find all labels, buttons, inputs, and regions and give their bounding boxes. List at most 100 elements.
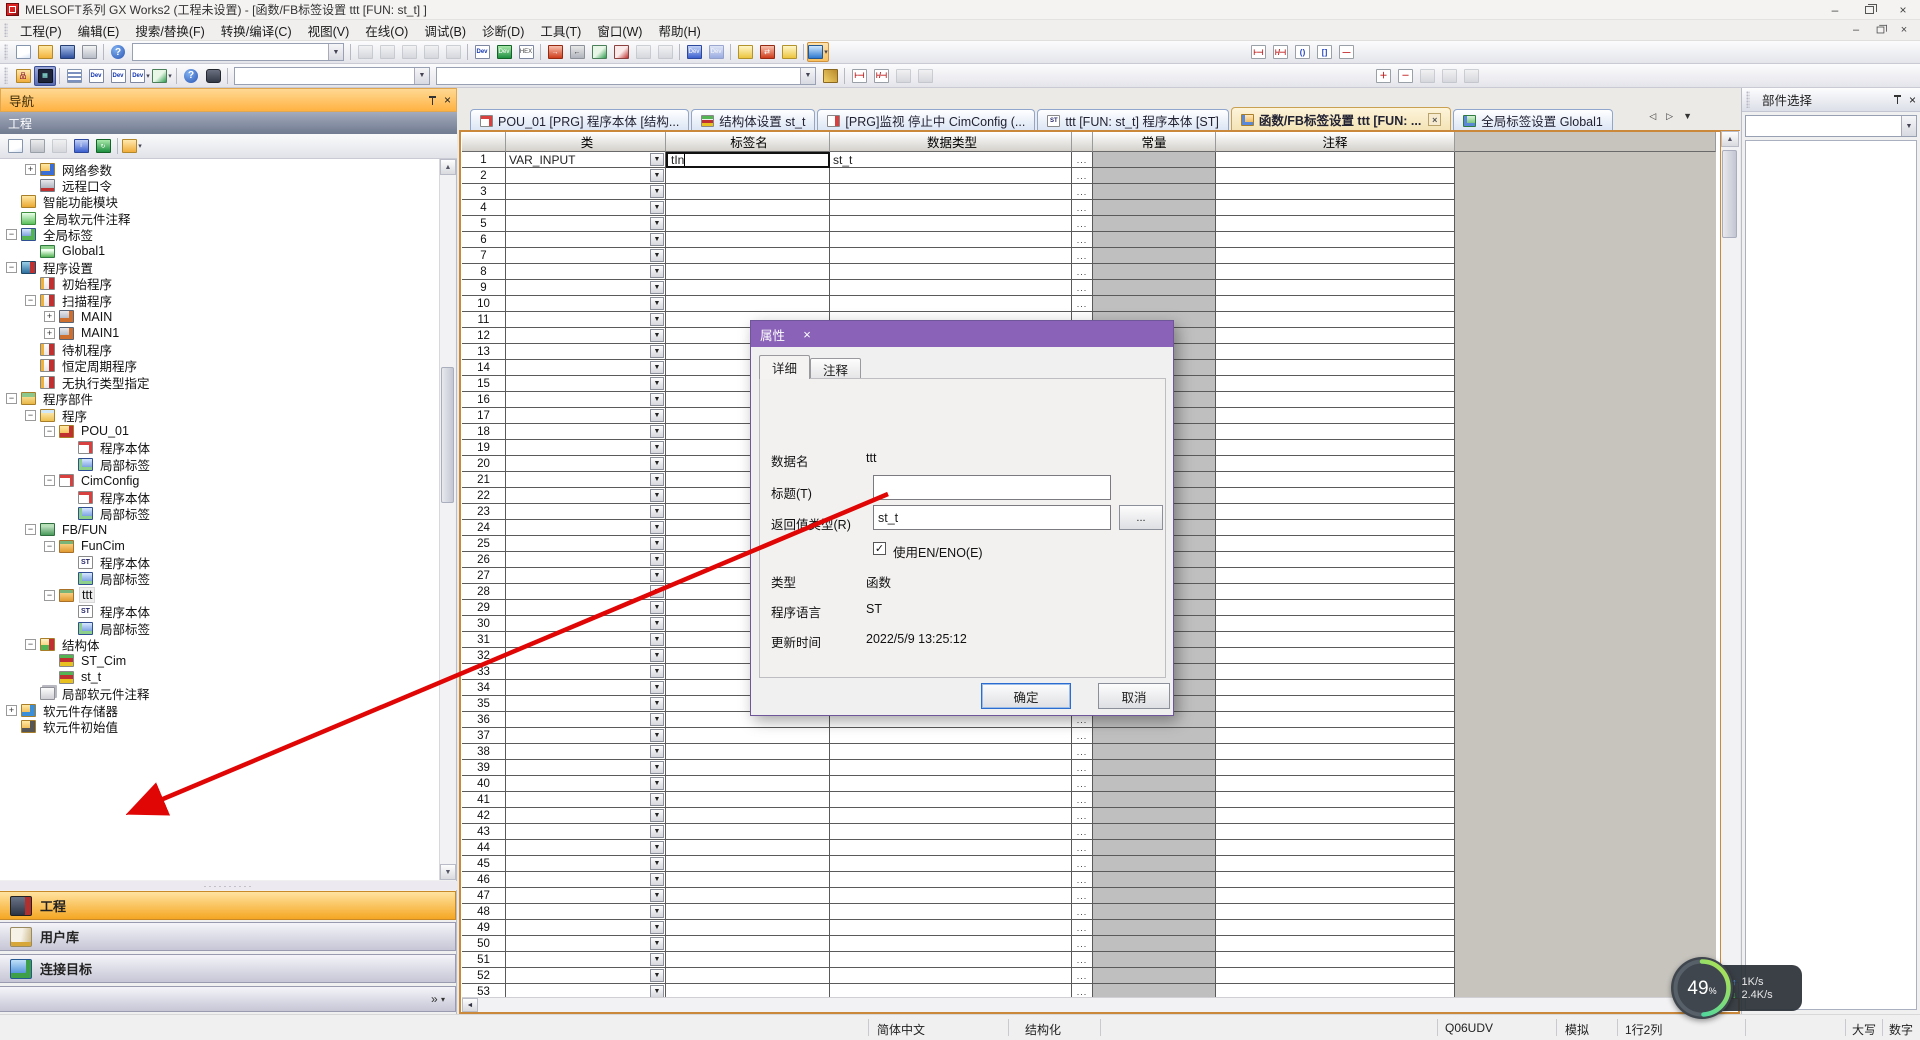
- class-dropdown-icon[interactable]: ▼: [650, 681, 664, 694]
- comment-cell[interactable]: [1216, 952, 1455, 968]
- dialog-title-bar[interactable]: 属性 ×: [751, 321, 1173, 347]
- class-dropdown-icon[interactable]: ▼: [650, 841, 664, 854]
- column-delete-icon[interactable]: [1438, 66, 1460, 86]
- class-dropdown-icon[interactable]: ▼: [650, 521, 664, 534]
- comment-cell[interactable]: [1216, 328, 1455, 344]
- data-type-browse-cell[interactable]: ...: [1072, 872, 1093, 888]
- tree-expand-minus-icon[interactable]: −: [44, 590, 55, 601]
- en-eno-checkbox[interactable]: ✓: [873, 542, 886, 555]
- tree-expand-minus-icon[interactable]: −: [25, 524, 36, 535]
- pin-icon[interactable]: [427, 95, 438, 106]
- save-project-icon[interactable]: [56, 42, 78, 62]
- dropdown-arrow-icon[interactable]: ▾: [824, 48, 828, 56]
- comment-cell[interactable]: [1216, 296, 1455, 312]
- class-cell[interactable]: ▼: [506, 552, 666, 568]
- class-dropdown-icon[interactable]: ▼: [650, 281, 664, 294]
- panel-splitter[interactable]: ··········: [0, 881, 457, 890]
- class-dropdown-icon[interactable]: ▼: [650, 649, 664, 662]
- tree-item-fb-fun[interactable]: −FB/FUN: [0, 522, 440, 538]
- menu-edit[interactable]: 编辑(E): [70, 19, 128, 42]
- tree-item-fixed-scan-program[interactable]: 恒定周期程序: [0, 358, 440, 374]
- class-dropdown-icon[interactable]: ▼: [650, 777, 664, 790]
- return-type-input[interactable]: st_t: [873, 505, 1111, 530]
- class-dropdown-icon[interactable]: ▼: [650, 793, 664, 806]
- class-cell[interactable]: ▼: [506, 584, 666, 600]
- comment-cell[interactable]: [1216, 456, 1455, 472]
- tree-item-ttt[interactable]: −ttt: [0, 587, 440, 603]
- close-button[interactable]: ×: [1886, 0, 1920, 19]
- data-type-cell[interactable]: [830, 216, 1072, 232]
- data-type-browse-cell[interactable]: ...: [1072, 824, 1093, 840]
- label-name-cell[interactable]: [666, 856, 830, 872]
- data-type-browse-cell[interactable]: ...: [1072, 280, 1093, 296]
- data-type-browse-cell[interactable]: ...: [1072, 152, 1093, 168]
- data-type-cell[interactable]: [830, 920, 1072, 936]
- class-cell[interactable]: ▼: [506, 616, 666, 632]
- data-type-cell[interactable]: [830, 760, 1072, 776]
- class-cell[interactable]: ▼: [506, 312, 666, 328]
- data-type-browse-cell[interactable]: ...: [1072, 856, 1093, 872]
- class-dropdown-icon[interactable]: ▼: [650, 249, 664, 262]
- tree-item-funcim[interactable]: −FunCim: [0, 538, 440, 554]
- label-name-cell[interactable]: [666, 792, 830, 808]
- data-type-cell[interactable]: [830, 792, 1072, 808]
- tree-item-pou-01-program-body[interactable]: 程序本体: [0, 440, 440, 456]
- menu-debug[interactable]: 调试(B): [416, 19, 474, 42]
- verify-with-plc-icon[interactable]: [778, 42, 800, 62]
- data-type-cell[interactable]: [830, 184, 1072, 200]
- tree-item-scan-program[interactable]: −扫描程序: [0, 292, 440, 308]
- tree-expand-minus-icon[interactable]: −: [6, 393, 17, 404]
- data-type-browse-cell[interactable]: ...: [1072, 296, 1093, 312]
- class-dropdown-icon[interactable]: ▼: [650, 201, 664, 214]
- class-cell[interactable]: ▼: [506, 184, 666, 200]
- tab-struct-st-t[interactable]: 结构体设置 st_t: [691, 109, 815, 131]
- menu-window[interactable]: 窗口(W): [589, 19, 650, 42]
- class-cell[interactable]: ▼: [506, 248, 666, 264]
- tree-item-main[interactable]: +MAIN: [0, 309, 440, 325]
- comment-cell[interactable]: [1216, 504, 1455, 520]
- scroll-left-icon[interactable]: ◄: [462, 998, 478, 1012]
- data-type-cell[interactable]: [830, 232, 1072, 248]
- class-cell[interactable]: ▼: [506, 968, 666, 984]
- menu-online[interactable]: 在线(O): [357, 19, 416, 42]
- class-cell[interactable]: VAR_INPUT▼: [506, 152, 666, 168]
- menu-view[interactable]: 视图(V): [300, 19, 358, 42]
- label-name-cell[interactable]: [666, 952, 830, 968]
- class-cell[interactable]: ▼: [506, 680, 666, 696]
- class-dropdown-icon[interactable]: ▼: [650, 953, 664, 966]
- watch-window-combobox[interactable]: ▼: [234, 67, 430, 85]
- data-type-browse-cell[interactable]: ...: [1072, 264, 1093, 280]
- class-dropdown-icon[interactable]: ▼: [650, 329, 664, 342]
- device-display-icon[interactable]: Dev▾: [129, 66, 151, 86]
- data-type-cell[interactable]: [830, 840, 1072, 856]
- data-type-cell[interactable]: [830, 888, 1072, 904]
- label-name-cell[interactable]: [666, 728, 830, 744]
- comment-cell[interactable]: [1216, 616, 1455, 632]
- class-dropdown-icon[interactable]: ▼: [650, 713, 664, 726]
- comment-cell[interactable]: [1216, 760, 1455, 776]
- new-data-icon[interactable]: [4, 136, 26, 156]
- tree-item-device-memory[interactable]: +软元件存储器: [0, 702, 440, 718]
- data-type-browse-cell[interactable]: ...: [1072, 184, 1093, 200]
- tree-item-intelligent-function-module[interactable]: 智能功能模块: [0, 194, 440, 210]
- comment-cell[interactable]: [1216, 248, 1455, 264]
- paste-icon[interactable]: [398, 42, 420, 62]
- sidebar-overflow-button[interactable]: » ▾: [0, 986, 456, 1012]
- mdi-restore-button[interactable]: [1868, 22, 1892, 39]
- pin-icon[interactable]: [1892, 94, 1903, 105]
- device-monitor-icon[interactable]: Dev: [493, 42, 515, 62]
- class-cell[interactable]: ▼: [506, 376, 666, 392]
- tree-item-device-initial-value[interactable]: 软元件初始值: [0, 718, 440, 734]
- ladder-open-contact-icon[interactable]: ⊦⊣: [1247, 42, 1269, 62]
- data-type-cell[interactable]: [830, 280, 1072, 296]
- data-type-browse-cell[interactable]: ...: [1072, 232, 1093, 248]
- device-comment-icon[interactable]: Dev: [471, 42, 493, 62]
- comment-cell[interactable]: [1216, 184, 1455, 200]
- comment-cell[interactable]: [1216, 168, 1455, 184]
- class-dropdown-icon[interactable]: ▼: [650, 185, 664, 198]
- class-cell[interactable]: ▼: [506, 872, 666, 888]
- cross-reference-icon[interactable]: [632, 42, 654, 62]
- browse-button[interactable]: ...: [1119, 505, 1163, 530]
- label-name-cell[interactable]: [666, 920, 830, 936]
- comment-cell[interactable]: [1216, 728, 1455, 744]
